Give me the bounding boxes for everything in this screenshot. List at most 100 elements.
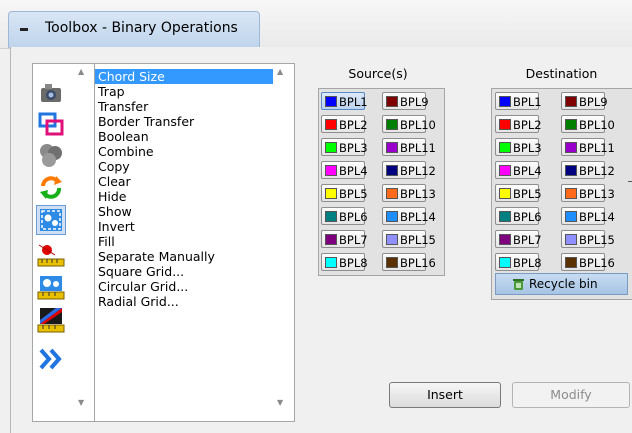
bitplane-label: BPL4 (339, 164, 368, 178)
double-chevron-icon[interactable] (37, 345, 65, 373)
color-swatch (565, 142, 577, 153)
overlap-frames-icon[interactable] (37, 110, 65, 138)
bitplane-label: BPL16 (579, 256, 615, 270)
bitplane-label: BPL4 (513, 164, 542, 178)
bitplane-label: BPL9 (400, 95, 429, 109)
title-tab[interactable]: Toolbox - Binary Operations (8, 11, 260, 48)
list-item-radial-grid[interactable]: Radial Grid... (95, 294, 273, 309)
source-bpl6-button[interactable]: BPL6 (321, 207, 368, 225)
list-item-square-grid[interactable]: Square Grid... (95, 264, 273, 279)
list-item-copy[interactable]: Copy (95, 159, 273, 174)
color-swatch (325, 188, 337, 199)
list-item-invert[interactable]: Invert (95, 219, 273, 234)
source-bpl14-button[interactable]: BPL14 (382, 207, 436, 225)
list-item-border-transfer[interactable]: Border Transfer (95, 114, 273, 129)
list-scrollbar[interactable]: ▲ ▼ (273, 63, 289, 420)
destination-bpl6-button[interactable]: BPL6 (495, 207, 542, 225)
recycle-bin-button[interactable]: Recycle bin (495, 273, 628, 295)
source-bpl2-button[interactable]: BPL2 (321, 115, 368, 133)
destination-bpl14-button[interactable]: BPL14 (561, 207, 615, 225)
destination-bpl1-button[interactable]: BPL1 (495, 92, 542, 110)
list-item-separate-manually[interactable]: Separate Manually (95, 249, 273, 264)
destination-bpl4-button[interactable]: BPL4 (495, 161, 542, 179)
list-item-fill[interactable]: Fill (95, 234, 273, 249)
binary-operations-icon[interactable] (36, 205, 66, 235)
scroll-down-icon[interactable]: ▼ (277, 398, 283, 407)
modify-button[interactable]: Modify (512, 382, 630, 408)
bitplane-label: BPL5 (513, 187, 542, 201)
destination-bpl9-button[interactable]: BPL9 (561, 92, 608, 110)
source-bpl8-button[interactable]: BPL8 (321, 253, 368, 271)
destination-bpl3-button[interactable]: BPL3 (495, 138, 542, 156)
bitplane-label: BPL6 (339, 210, 368, 224)
color-swatch (499, 142, 511, 153)
source-bpl4-button[interactable]: BPL4 (321, 161, 368, 179)
color-swatch (325, 96, 337, 107)
destination-bpl12-button[interactable]: BPL12 (561, 161, 615, 179)
source-bpl1-button[interactable]: BPL1 (321, 92, 368, 110)
bitplane-label: BPL16 (400, 256, 436, 270)
list-item-hide[interactable]: Hide (95, 189, 273, 204)
destination-bpl10-button[interactable]: BPL10 (561, 115, 615, 133)
bitplane-label: BPL10 (400, 118, 436, 132)
operations-list[interactable]: Chord Size Trap Transfer Border Transfer… (94, 63, 295, 422)
color-swatch (386, 96, 398, 107)
bitplane-label: BPL10 (579, 118, 615, 132)
blue-blobs-ruler-icon[interactable] (37, 274, 65, 302)
red-dot-ruler-icon[interactable] (37, 242, 65, 270)
source-bpl11-button[interactable]: BPL11 (382, 138, 436, 156)
destination-bpl5-button[interactable]: BPL5 (495, 184, 542, 202)
destination-bpl15-button[interactable]: BPL15 (561, 230, 615, 248)
destination-bpl13-button[interactable]: BPL13 (561, 184, 615, 202)
source-bpl5-button[interactable]: BPL5 (321, 184, 368, 202)
collapse-icon[interactable] (20, 28, 28, 31)
source-bpl3-button[interactable]: BPL3 (321, 138, 368, 156)
scroll-up-icon[interactable]: ▲ (277, 67, 283, 76)
list-item-show[interactable]: Show (95, 204, 273, 219)
list-item-clear[interactable]: Clear (95, 174, 273, 189)
recycle-bin-icon (513, 279, 524, 290)
destination-bpl2-button[interactable]: BPL2 (495, 115, 542, 133)
scroll-down-icon[interactable]: ▼ (78, 398, 84, 407)
window-title: Toolbox - Binary Operations (45, 20, 238, 36)
color-swatch (499, 119, 511, 130)
color-swatch (325, 165, 337, 176)
destination-bpl16-button[interactable]: BPL16 (561, 253, 615, 271)
source-bpl10-button[interactable]: BPL10 (382, 115, 436, 133)
bitplane-label: BPL7 (513, 233, 542, 247)
scroll-up-icon[interactable]: ▲ (78, 67, 84, 76)
list-item-chord-size[interactable]: Chord Size (95, 69, 273, 84)
source-bpl15-button[interactable]: BPL15 (382, 230, 436, 248)
bitplane-label: BPL7 (339, 233, 368, 247)
slash-ruler-icon[interactable] (37, 306, 65, 334)
bitplane-label: BPL1 (513, 95, 542, 109)
grey-blobs-icon[interactable] (37, 141, 65, 169)
color-swatch (565, 188, 577, 199)
bitplane-label: BPL15 (579, 233, 615, 247)
color-swatch (565, 165, 577, 176)
source-bpl13-button[interactable]: BPL13 (382, 184, 436, 202)
swap-arrows-icon[interactable] (37, 173, 65, 201)
color-swatch (499, 234, 511, 245)
color-swatch (565, 119, 577, 130)
color-swatch (386, 234, 398, 245)
icon-scrollbar[interactable]: ▲ ▼ (74, 63, 90, 420)
source-bpl16-button[interactable]: BPL16 (382, 253, 436, 271)
color-swatch (499, 188, 511, 199)
destination-bpl11-button[interactable]: BPL11 (561, 138, 615, 156)
list-item-trap[interactable]: Trap (95, 84, 273, 99)
source-bpl9-button[interactable]: BPL9 (382, 92, 429, 110)
destination-bpl7-button[interactable]: BPL7 (495, 230, 542, 248)
list-item-circular-grid[interactable]: Circular Grid... (95, 279, 273, 294)
list-item-combine[interactable]: Combine (95, 144, 273, 159)
camera-icon[interactable] (37, 78, 65, 106)
list-item-boolean[interactable]: Boolean (95, 129, 273, 144)
color-swatch (386, 188, 398, 199)
bitplane-label: BPL11 (400, 141, 436, 155)
bitplane-label: BPL1 (339, 95, 368, 109)
list-item-transfer[interactable]: Transfer (95, 99, 273, 114)
destination-bpl8-button[interactable]: BPL8 (495, 253, 542, 271)
source-bpl7-button[interactable]: BPL7 (321, 230, 368, 248)
source-bpl12-button[interactable]: BPL12 (382, 161, 436, 179)
insert-button[interactable]: Insert (389, 382, 501, 408)
